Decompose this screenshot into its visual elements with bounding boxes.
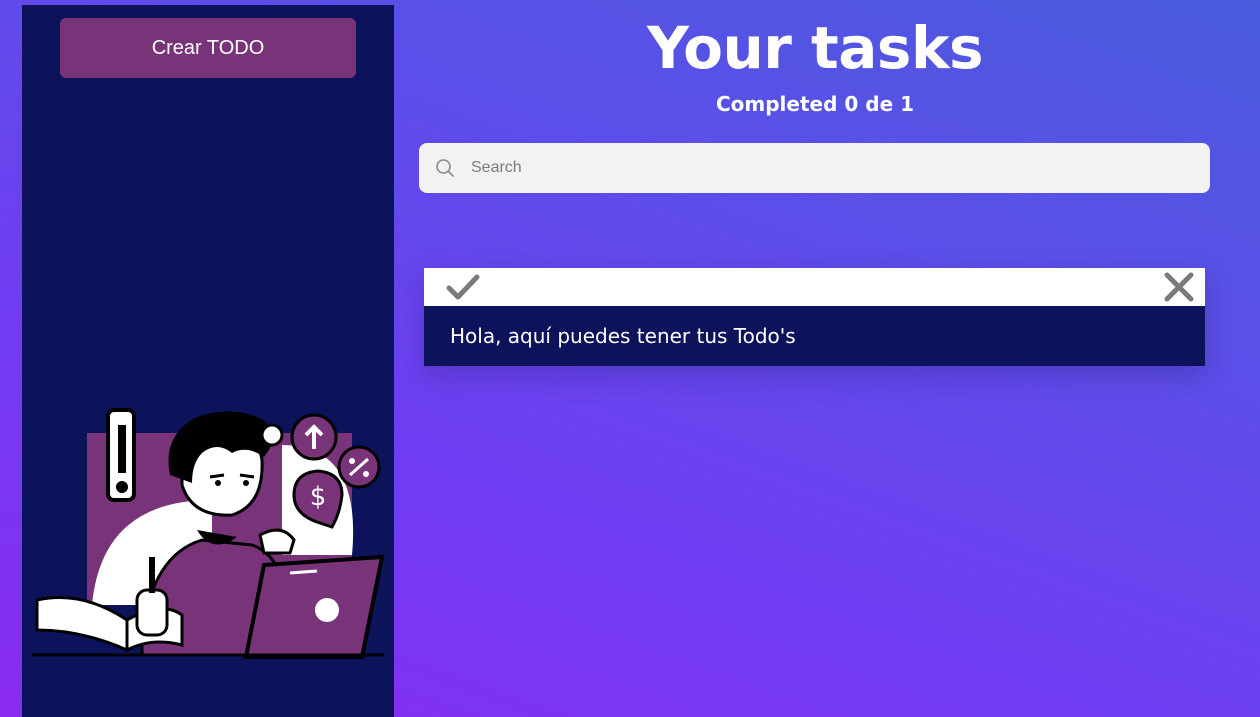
- svg-text:$: $: [310, 482, 327, 512]
- search-bar: [419, 143, 1210, 193]
- todo-item: Hola, aquí puedes tener tus Todo's: [424, 268, 1205, 366]
- create-todo-button[interactable]: Crear TODO: [60, 18, 356, 78]
- close-icon[interactable]: [1163, 271, 1195, 303]
- search-icon: [436, 159, 454, 177]
- check-icon[interactable]: [446, 273, 480, 301]
- todo-actions-bar: [424, 268, 1205, 306]
- todo-text: Hola, aquí puedes tener tus Todo's: [424, 306, 1205, 366]
- search-input[interactable]: [471, 143, 1191, 193]
- sidebar: Crear TODO $: [22, 5, 394, 717]
- page-title: Your tasks: [646, 14, 984, 82]
- person-at-laptop-illustration: $: [32, 408, 384, 659]
- completed-counter: Completed 0 de 1: [715, 92, 915, 116]
